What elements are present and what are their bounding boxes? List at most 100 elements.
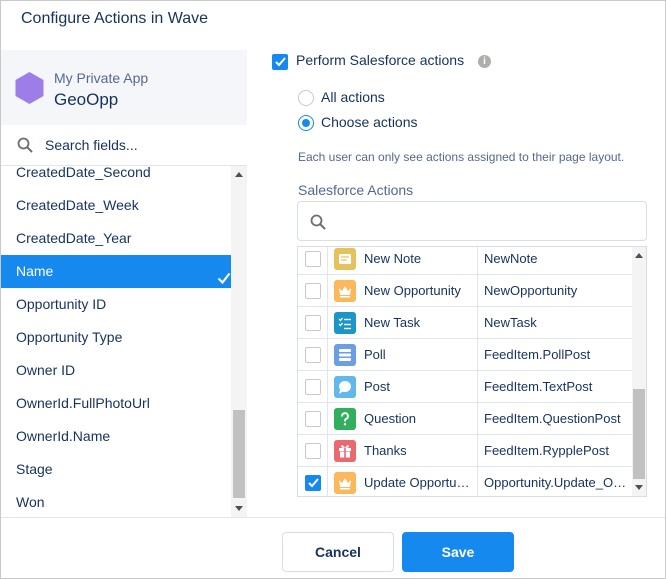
row-checkbox[interactable] — [305, 347, 321, 363]
field-item-won[interactable]: Won — [1, 486, 231, 517]
scroll-down-arrow-icon[interactable] — [635, 485, 643, 490]
app-info: My Private App GeoOpp — [1, 50, 247, 125]
task-list-icon — [334, 312, 356, 334]
field-item-createddate-second[interactable]: CreatedDate_Second — [1, 166, 231, 189]
field-label: Won — [16, 494, 45, 510]
action-label: Question — [364, 411, 417, 426]
table-row: Post FeedItem.TextPost — [298, 371, 632, 403]
question-icon — [334, 408, 356, 430]
dialog-header: Configure Actions in Wave — [1, 1, 665, 50]
row-checkbox[interactable] — [305, 251, 321, 267]
scrollbar-thumb[interactable] — [633, 389, 645, 479]
field-item-opportunity-type[interactable]: Opportunity Type — [1, 321, 231, 354]
search-icon — [310, 214, 326, 230]
table-row: Thanks FeedItem.RypplePost — [298, 435, 632, 467]
action-api-name: NewNote — [484, 251, 538, 266]
field-item-ownerid-name[interactable]: OwnerId.Name — [1, 420, 231, 453]
row-checkbox[interactable] — [305, 443, 321, 459]
app-name: GeoOpp — [54, 90, 119, 109]
field-search — [1, 125, 247, 166]
fields-panel: My Private App GeoOpp CreatedDate_Second… — [1, 50, 247, 517]
crown-icon — [334, 472, 356, 494]
table-row: New Note NewNote — [298, 247, 632, 275]
hexagon-icon — [14, 71, 45, 105]
action-label: Post — [364, 379, 391, 394]
action-api-name: FeedItem.RypplePost — [484, 443, 610, 458]
field-label: Opportunity ID — [16, 296, 107, 312]
field-item-name[interactable]: Name — [1, 255, 231, 288]
cancel-button[interactable]: Cancel — [282, 532, 394, 572]
field-search-input[interactable] — [45, 134, 235, 156]
configure-actions-dialog: Configure Actions in Wave My Private App… — [0, 0, 666, 579]
choose-actions-radio[interactable] — [298, 115, 314, 131]
field-item-createddate-week[interactable]: CreatedDate_Week — [1, 189, 231, 222]
table-row: Poll FeedItem.PollPost — [298, 339, 632, 371]
action-api-name: FeedItem.PollPost — [484, 347, 591, 362]
checkmark-icon — [217, 264, 231, 285]
action-label: New Note — [364, 251, 422, 266]
table-row: Update Opportunity Opportunity.Update_Op… — [298, 467, 632, 496]
scroll-down-arrow-icon[interactable] — [235, 506, 243, 511]
field-label: OwnerId.FullPhotoUrl — [16, 395, 150, 411]
scrollbar-thumb[interactable] — [233, 410, 245, 498]
field-label: OwnerId.Name — [16, 428, 111, 444]
note-icon — [334, 248, 356, 270]
search-icon — [17, 137, 33, 153]
row-checkbox[interactable] — [305, 283, 321, 299]
fields-scrollbar[interactable] — [231, 166, 247, 517]
fields-list: CreatedDate_Second CreatedDate_Week Crea… — [1, 166, 231, 517]
app-label: My Private App — [54, 70, 149, 86]
gift-icon — [334, 440, 356, 462]
save-button[interactable]: Save — [402, 532, 514, 572]
info-icon[interactable]: i — [478, 55, 491, 68]
field-item-opportunity-id[interactable]: Opportunity ID — [1, 288, 231, 321]
field-label: Opportunity Type — [16, 329, 123, 345]
action-label: New Task — [364, 315, 421, 330]
row-checkbox[interactable] — [305, 475, 321, 491]
actions-panel: Perform Salesforce actions i All actions… — [248, 50, 665, 517]
perform-actions-label: Perform Salesforce actions — [296, 52, 465, 68]
perform-actions-checkbox[interactable] — [272, 54, 288, 70]
field-label: CreatedDate_Second — [16, 166, 151, 180]
table-row: New Opportunity NewOpportunity — [298, 275, 632, 307]
choose-actions-label: Choose actions — [321, 114, 418, 130]
table-row: New Task NewTask — [298, 307, 632, 339]
action-label: Thanks — [364, 443, 407, 458]
actions-search — [297, 201, 647, 241]
row-checkbox[interactable] — [305, 379, 321, 395]
poll-icon — [334, 344, 356, 366]
actions-scrollbar[interactable] — [632, 247, 646, 496]
salesforce-actions-label: Salesforce Actions — [298, 182, 414, 198]
row-checkbox[interactable] — [305, 411, 321, 427]
all-actions-radio[interactable] — [298, 90, 314, 106]
field-label: CreatedDate_Week — [16, 197, 139, 213]
post-bubble-icon — [334, 376, 356, 398]
layout-note: Each user can only see actions assigned … — [298, 150, 625, 164]
action-label: Update Opportunity — [364, 475, 476, 490]
dialog-footer: Cancel Save — [1, 517, 665, 578]
field-item-createddate-year[interactable]: CreatedDate_Year — [1, 222, 231, 255]
field-label: CreatedDate_Year — [16, 230, 132, 246]
action-api-name: NewTask — [484, 315, 537, 330]
field-item-owner-id[interactable]: Owner ID — [1, 354, 231, 387]
field-item-ownerid-fullphotourl[interactable]: OwnerId.FullPhotoUrl — [1, 387, 231, 420]
field-item-stage[interactable]: Stage — [1, 453, 231, 486]
field-label: Name — [16, 263, 54, 279]
table-row: Question FeedItem.QuestionPost — [298, 403, 632, 435]
action-api-name: Opportunity.Update_Opportunity — [484, 475, 628, 490]
actions-search-input[interactable] — [336, 210, 636, 232]
field-label: Owner ID — [16, 362, 76, 378]
action-api-name: NewOpportunity — [484, 283, 578, 298]
actions-table: New Note NewNote New Opportunity NewOppo… — [297, 246, 647, 497]
action-label: Poll — [364, 347, 386, 362]
action-api-name: FeedItem.TextPost — [484, 379, 593, 394]
action-label: New Opportunity — [364, 283, 461, 298]
action-api-name: FeedItem.QuestionPost — [484, 411, 621, 426]
row-checkbox[interactable] — [305, 315, 321, 331]
all-actions-label: All actions — [321, 89, 385, 105]
scroll-up-arrow-icon[interactable] — [635, 253, 643, 258]
crown-icon — [334, 280, 356, 302]
field-label: Stage — [16, 461, 53, 477]
dialog-title: Configure Actions in Wave — [21, 10, 209, 27]
scroll-up-arrow-icon[interactable] — [235, 172, 243, 177]
